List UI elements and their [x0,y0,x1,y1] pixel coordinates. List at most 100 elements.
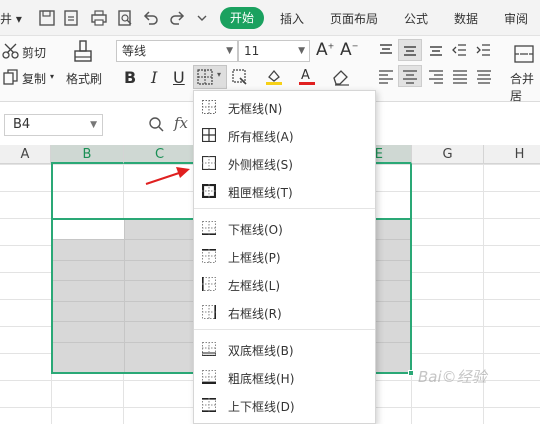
chevron-down-icon: ▼ [90,120,97,130]
menu-item-no-border[interactable]: 无框线(N) [194,94,375,122]
border-left-icon [202,277,216,291]
column-header[interactable]: A [0,145,51,164]
print-icon[interactable] [90,9,108,27]
column-header[interactable]: H [484,145,540,164]
bold-button[interactable]: B [124,68,136,87]
zoom-icon[interactable] [148,116,164,132]
borders-button[interactable]: ▾ [193,65,227,89]
fill-handle[interactable] [408,370,414,376]
chevron-down-icon: ▼ [298,46,305,56]
menu-item-label: 右框线(R) [228,307,282,321]
menu-item-double-bottom-border[interactable]: 双底框线(B) [194,336,375,364]
tab-page-layout[interactable]: 页面布局 [330,10,378,27]
menu-item-left-border[interactable]: 左框线(L) [194,271,375,299]
decrease-font-icon[interactable]: A− [340,40,358,60]
menu-item-outside-borders[interactable]: 外侧框线(S) [194,150,375,178]
active-cell[interactable] [53,220,125,240]
align-middle-button[interactable] [398,39,422,61]
decrease-indent-icon[interactable] [452,42,468,58]
menu-item-label: 双底框线(B) [228,344,294,358]
column-header[interactable]: B [51,145,124,164]
align-middle-icon [404,46,416,56]
border-outside-icon [202,156,216,170]
export-icon[interactable] [62,9,80,27]
save-icon[interactable] [38,9,56,27]
menu-item-label: 所有框线(A) [228,130,294,144]
tab-formulas[interactable]: 公式 [404,10,428,27]
italic-button[interactable]: I [151,68,157,87]
name-box-value: B4 [13,117,31,132]
chevron-down-icon: ▼ [226,46,233,56]
merge-cells-icon[interactable] [514,44,534,64]
merge-center-button[interactable]: 合并居 [510,70,540,104]
redo-icon[interactable] [168,9,186,27]
chevron-down-icon: ▾ [217,70,222,79]
format-painter-button[interactable]: 格式刷 [66,70,102,87]
font-name-select[interactable]: 等线 ▼ [116,40,238,62]
font-size-select[interactable]: 11 ▼ [238,40,310,62]
tab-start[interactable]: 开始 [220,7,264,29]
copy-dropdown-icon[interactable]: ▾ [50,72,54,81]
border-thick-bottom-icon [202,370,216,384]
menu-item-right-border[interactable]: 右框线(R) [194,299,375,327]
print-preview-icon[interactable] [116,9,134,27]
column-header[interactable]: G [412,145,484,164]
distributed-icon[interactable] [476,68,492,84]
increase-font-icon[interactable]: A+ [316,40,334,60]
align-bottom-icon[interactable] [428,42,444,58]
border-thick-box-icon [202,184,216,198]
menu-item-top-border[interactable]: 上框线(P) [194,243,375,271]
menu-item-bottom-border[interactable]: 下框线(O) [194,215,375,243]
menu-item-all-borders[interactable]: 所有框线(A) [194,122,375,150]
border-double-bottom-icon [202,342,216,356]
menu-item-thick-bottom-border[interactable]: 粗底框线(H) [194,364,375,392]
underline-button[interactable]: U [173,68,185,87]
fill-color-icon[interactable] [264,68,284,86]
menu-item-label: 无框线(N) [228,102,283,116]
border-none-icon [202,100,216,114]
copy-icon[interactable] [2,68,20,86]
column-header[interactable]: C [124,145,196,164]
menu-item-label: 左框线(L) [228,279,281,293]
chevron-down-icon[interactable] [193,9,211,27]
font-name-value: 等线 [122,44,147,58]
menu-divider [194,329,375,330]
tab-overflow[interactable]: 井 ▾ [0,10,22,27]
menu-item-label: 粗底框线(H) [228,372,295,386]
eraser-icon[interactable] [331,68,351,86]
tab-review[interactable]: 审阅 [504,10,528,27]
cell-style-icon[interactable] [231,68,249,86]
menu-item-label: 粗匣框线(T) [228,186,293,200]
watermark: Bai©经验 [418,368,487,386]
copy-button[interactable]: 复制 [22,70,46,87]
justify-icon[interactable] [452,68,468,84]
undo-icon[interactable] [142,9,160,27]
align-center-icon [403,70,417,84]
menu-item-label: 外侧框线(S) [228,158,293,172]
name-box[interactable]: B4 ▼ [4,114,103,136]
border-right-icon [202,305,216,319]
tab-insert[interactable]: 插入 [280,10,304,27]
align-left-icon[interactable] [378,68,394,84]
align-top-icon[interactable] [378,42,394,58]
menu-item-label: 下框线(O) [228,223,283,237]
format-painter-icon[interactable] [72,40,94,66]
menu-divider [194,208,375,209]
svg-text:A: A [301,68,310,83]
align-center-button[interactable] [398,65,422,87]
border-top-icon [202,249,216,263]
selection-edge [410,164,412,218]
menu-item-top-bottom-border[interactable]: 上下框线(D) [194,392,375,420]
function-icon[interactable]: fx [174,114,188,132]
annotation-arrow-icon [145,167,190,185]
menu-item-label: 上下框线(D) [228,400,295,414]
menu-item-thick-box-border[interactable]: 粗匣框线(T) [194,178,375,206]
font-color-icon[interactable]: A [298,66,316,86]
increase-indent-icon[interactable] [476,42,492,58]
scissors-icon[interactable] [2,42,20,60]
selection-edge [51,164,53,218]
align-right-icon[interactable] [428,68,444,84]
border-bottom-icon [202,221,216,235]
tab-data[interactable]: 数据 [454,10,478,27]
cut-button[interactable]: 剪切 [22,44,46,61]
